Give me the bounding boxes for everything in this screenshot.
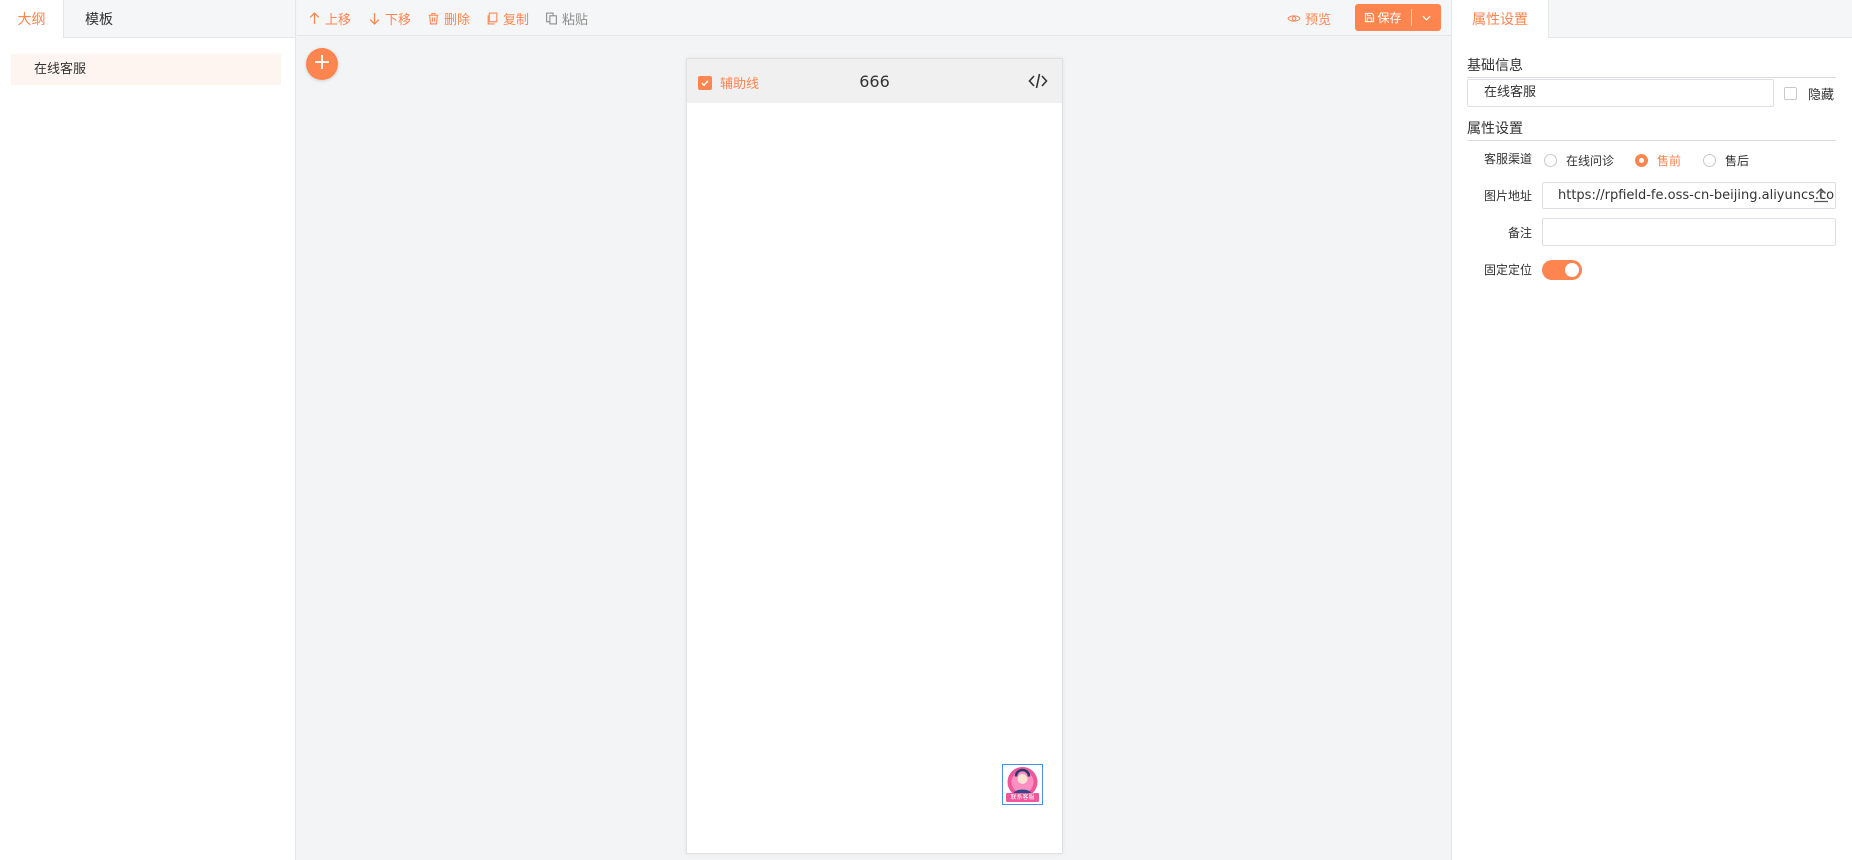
chevron-down-icon (1422, 15, 1431, 21)
hide-label: 隐藏 (1808, 88, 1835, 103)
trash-icon (428, 12, 439, 24)
phone-preview: 辅助线 666 联系客服 (686, 58, 1063, 854)
property-settings-heading: 属性设置 (1467, 118, 1836, 141)
phone-header: 辅助线 666 (687, 59, 1062, 103)
save-icon (1365, 12, 1375, 23)
code-icon[interactable] (1028, 72, 1048, 90)
radio-aftersale-label: 售后 (1725, 154, 1750, 168)
upload-icon[interactable] (1813, 187, 1829, 203)
tab-property-settings[interactable]: 属性设置 (1452, 0, 1549, 38)
move-up-label: 上移 (325, 12, 352, 28)
paste-label: 粘贴 (562, 12, 589, 28)
delete-label: 删除 (444, 12, 471, 28)
move-up-button[interactable]: 上移 (308, 9, 352, 28)
fixed-position-label: 固定定位 (1483, 263, 1532, 277)
move-down-button[interactable]: 下移 (368, 9, 412, 28)
property-panel: 属性设置 基础信息 在线客服 隐藏 属性设置 客服渠道 在线问诊 售前 售后 图… (1451, 0, 1852, 860)
hide-checkbox-box (1784, 87, 1797, 100)
note-label: 备注 (1507, 226, 1532, 240)
paste-button[interactable]: 粘贴 (545, 9, 589, 28)
channel-label: 客服渠道 (1483, 152, 1532, 166)
fixed-position-switch[interactable] (1542, 260, 1582, 280)
copy-label: 复制 (503, 12, 530, 28)
save-button[interactable]: 保存 (1355, 9, 1412, 26)
add-component-button[interactable]: + (306, 48, 338, 80)
paste-icon (546, 12, 557, 24)
outline-panel: 大纲 模板 在线客服 (0, 0, 296, 860)
move-down-label: 下移 (385, 12, 412, 28)
component-name-input[interactable]: 在线客服 (1467, 79, 1774, 107)
hide-checkbox[interactable]: 隐藏 (1784, 84, 1834, 103)
eye-icon (1287, 14, 1301, 22)
radio-online-consult-dot (1544, 154, 1557, 167)
preview-label: 预览 (1305, 12, 1332, 28)
radio-online-consult[interactable]: 在线问诊 (1544, 152, 1614, 169)
radio-online-consult-label: 在线问诊 (1566, 154, 1615, 168)
copy-button[interactable]: 复制 (486, 9, 530, 28)
outline-item-online-service[interactable]: 在线客服 (11, 54, 281, 85)
radio-presale-dot (1635, 154, 1648, 167)
radio-presale[interactable]: 售前 (1635, 152, 1681, 169)
left-tabs: 大纲 模板 (0, 0, 295, 38)
delete-button[interactable]: 删除 (427, 9, 471, 28)
customer-service-widget[interactable]: 联系客服 (1002, 764, 1043, 805)
image-url-value: https://rpfield-fe.oss-cn-beijing.aliyun… (1558, 188, 1836, 203)
preview-button[interactable]: 预览 (1287, 9, 1332, 28)
save-dropdown-toggle[interactable] (1412, 4, 1441, 31)
save-label: 保存 (1377, 11, 1402, 25)
radio-aftersale[interactable]: 售后 (1703, 152, 1749, 169)
editor-toolbar: 上移 下移 删除 复制 粘贴 预览 (297, 0, 1451, 36)
plus-icon: + (312, 50, 332, 75)
contact-service-badge: 联系客服 (1010, 794, 1035, 801)
save-button-group: 保存 (1355, 4, 1441, 31)
copy-icon (487, 12, 498, 24)
arrow-up-icon (309, 11, 320, 24)
image-url-input[interactable]: https://rpfield-fe.oss-cn-beijing.aliyun… (1542, 182, 1836, 209)
page-title: 666 (859, 72, 890, 91)
right-tabs: 属性设置 (1452, 0, 1852, 38)
radio-aftersale-dot (1703, 154, 1716, 167)
note-input[interactable] (1542, 218, 1836, 246)
image-url-label: 图片地址 (1483, 189, 1532, 203)
arrow-down-icon (369, 12, 380, 25)
basic-info-heading: 基础信息 (1467, 55, 1836, 78)
tab-templates[interactable]: 模板 (64, 0, 134, 38)
tab-outline[interactable]: 大纲 (0, 0, 64, 38)
radio-presale-label: 售前 (1657, 154, 1682, 168)
